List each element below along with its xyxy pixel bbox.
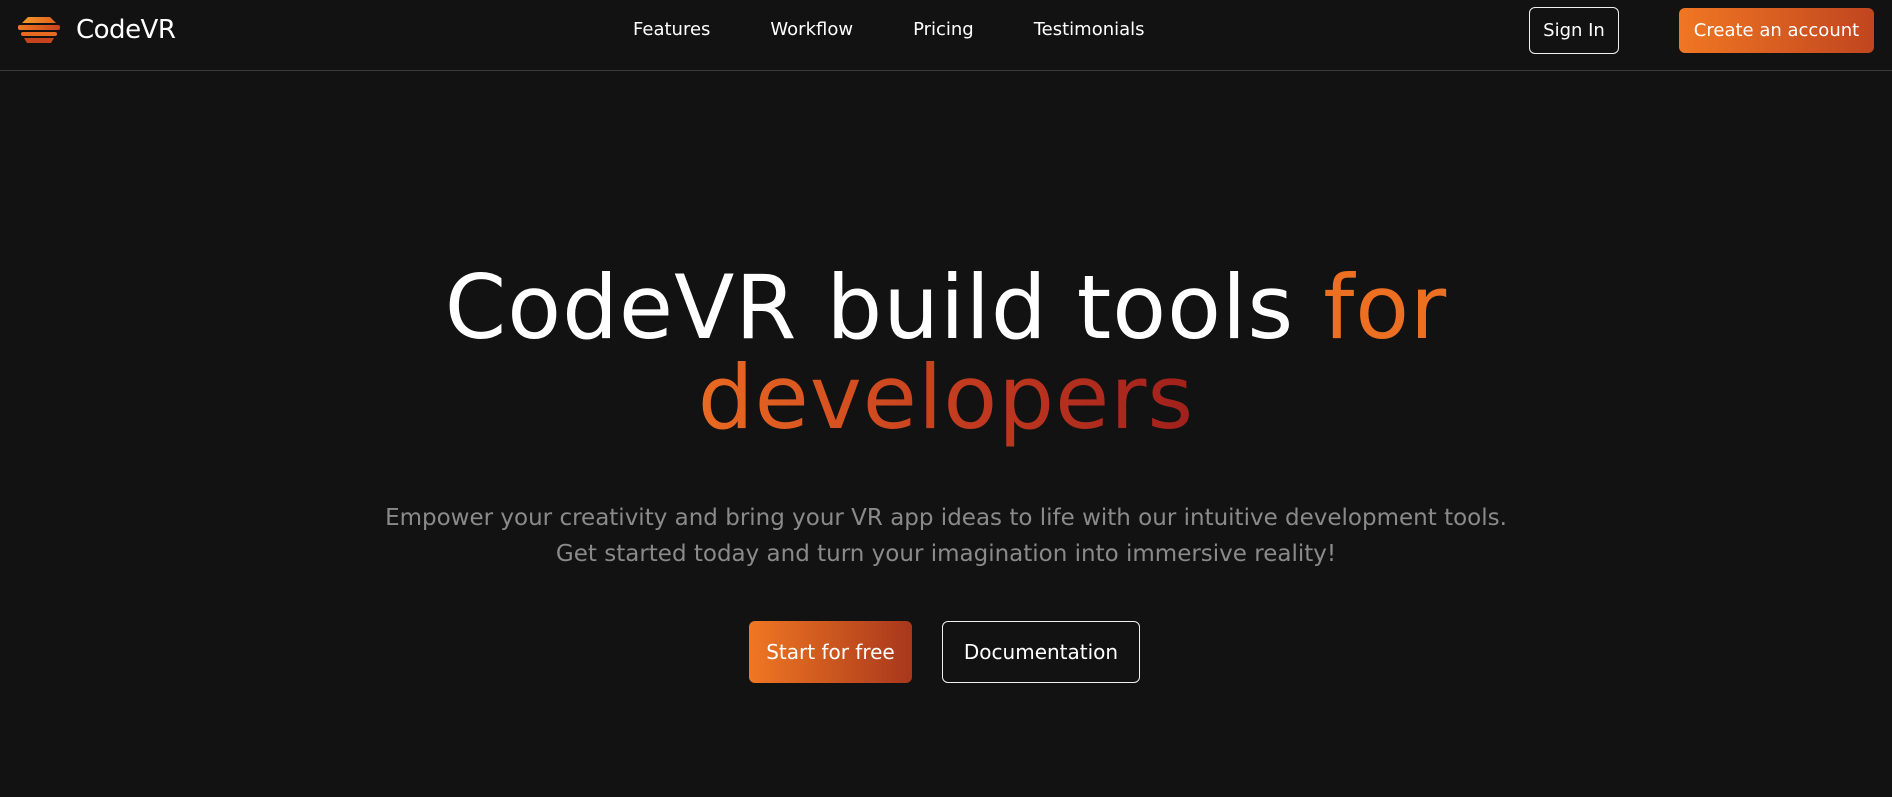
hero-subtitle-line-1: Empower your creativity and bring your V… — [385, 505, 1507, 531]
top-navbar: CodeVR Features Workflow Pricing Testimo… — [0, 0, 1892, 71]
hero-title-accent-for: for — [1323, 256, 1448, 359]
nav-link-features[interactable]: Features — [633, 19, 710, 40]
hero-title-accent-developers: developers — [697, 346, 1195, 449]
documentation-button[interactable]: Documentation — [942, 621, 1140, 683]
brand-logo-link[interactable]: CodeVR — [18, 14, 176, 46]
hero-title-main: CodeVR build tools — [444, 256, 1295, 359]
hero-subtitle-line-2: Get started today and turn your imaginat… — [555, 541, 1337, 567]
main-nav: Features Workflow Pricing Testimonials — [633, 19, 1145, 40]
nav-link-workflow[interactable]: Workflow — [770, 19, 853, 40]
brand-name: CodeVR — [76, 15, 176, 45]
sign-in-button[interactable]: Sign In — [1529, 7, 1619, 54]
nav-link-testimonials[interactable]: Testimonials — [1034, 19, 1145, 40]
hero-title: CodeVR build tools for developers — [0, 263, 1892, 443]
hero-subtitle: Empower your creativity and bring your V… — [0, 500, 1892, 572]
start-for-free-button[interactable]: Start for free — [749, 621, 912, 683]
layered-stack-icon — [18, 17, 60, 43]
create-account-button[interactable]: Create an account — [1679, 8, 1874, 53]
nav-link-pricing[interactable]: Pricing — [913, 19, 974, 40]
